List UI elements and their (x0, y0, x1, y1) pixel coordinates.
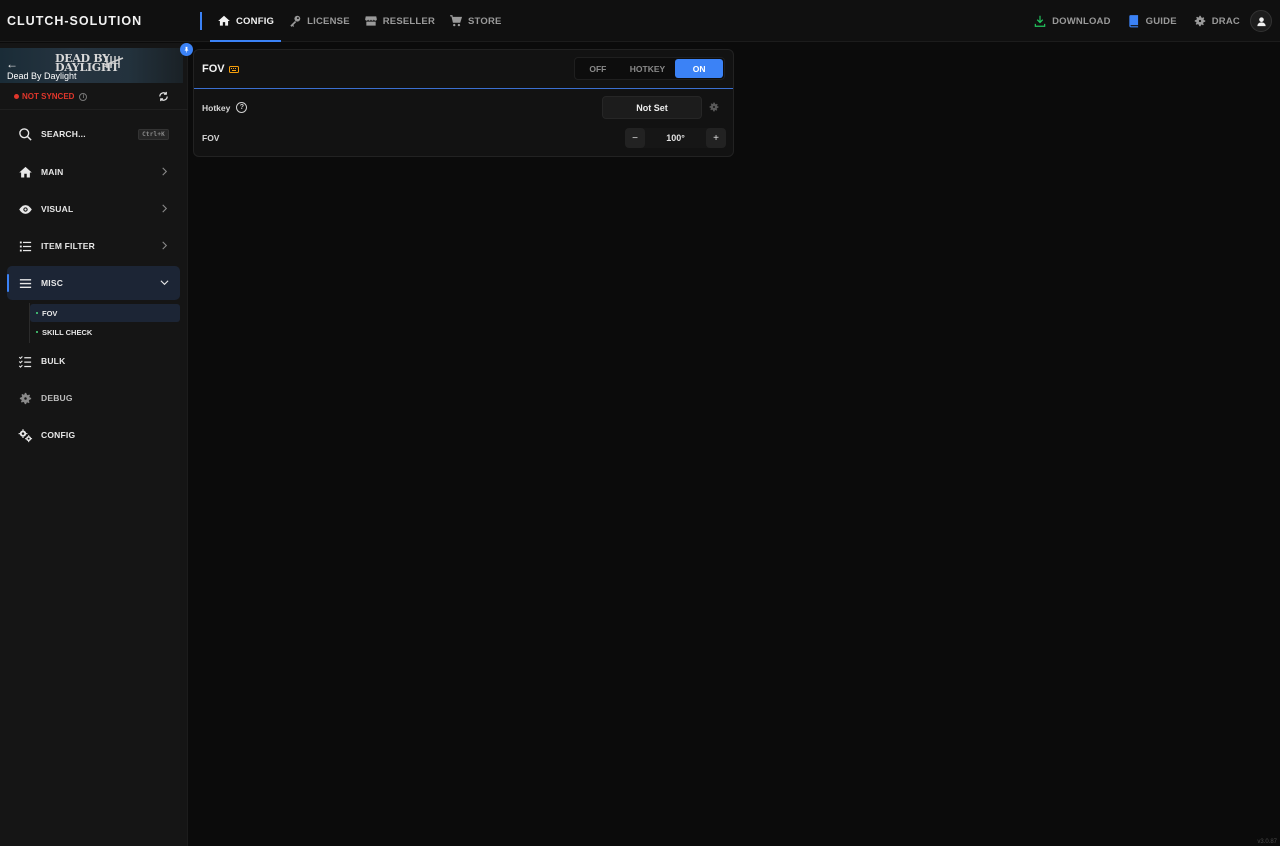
cart-icon (450, 15, 463, 27)
game-banner[interactable]: ← DEAD BY DAYLIGHT Dead By Daylight (0, 48, 183, 83)
sync-status-text: NOT SYNCED (22, 92, 75, 101)
tally-marks-icon (104, 56, 124, 68)
sidebar-divider (0, 109, 188, 110)
download-label: DOWNLOAD (1052, 15, 1111, 27)
mode-selector: OFF HOTKEY ON (574, 57, 725, 80)
sidebar-item-main[interactable]: MAIN (7, 155, 180, 189)
keyboard-icon (228, 65, 239, 73)
eye-icon (19, 204, 32, 214)
nav-license[interactable]: LICENSE (281, 0, 357, 42)
nav-config[interactable]: CONFIG (210, 0, 282, 42)
decrement-button[interactable]: − (625, 128, 645, 148)
fov-label: FOV (202, 133, 220, 143)
chevron-right-icon (162, 241, 168, 250)
back-arrow-icon[interactable]: ← (6, 57, 18, 71)
menu-icon (19, 278, 32, 288)
download-button[interactable]: DOWNLOAD (1027, 14, 1117, 28)
book-icon (1128, 15, 1138, 28)
user-name: DRAC (1211, 15, 1240, 27)
search-icon (19, 127, 32, 141)
hotkey-label: Hotkey (202, 102, 231, 113)
pin-icon[interactable] (180, 43, 193, 56)
checklist-icon (18, 355, 32, 368)
nav-store[interactable]: STORE (442, 0, 509, 42)
version-label: v3.0.87 (1257, 839, 1277, 845)
chevron-right-icon (162, 167, 168, 176)
user-menu[interactable]: DRAC (1187, 14, 1246, 28)
sidebar-search-label: SEARCH... (41, 129, 86, 139)
sidebar-item-label: DEBUG (41, 393, 73, 403)
chevron-right-icon (162, 204, 168, 213)
sub-dot (36, 312, 38, 314)
storefront-icon (364, 16, 377, 26)
list-icon (19, 241, 32, 251)
gear-icon (1194, 15, 1205, 27)
search-shortcut: Ctrl+K (138, 129, 169, 140)
nav-store-label: STORE (468, 15, 502, 27)
panel-title-text: FOV (202, 63, 225, 75)
avatar[interactable] (1250, 10, 1272, 32)
sub-dot (36, 331, 38, 333)
hotkey-bind-button[interactable]: Not Set (602, 96, 702, 119)
download-icon (1034, 15, 1046, 27)
sidebar-item-label: BULK (41, 356, 66, 366)
game-name: Dead By Daylight (7, 71, 77, 81)
sidebar-item-item-filter[interactable]: ITEM FILTER (7, 229, 180, 263)
sidebar-subitem-fov[interactable]: FOV (30, 304, 180, 322)
home-icon (218, 15, 230, 26)
help-icon[interactable]: ? (236, 102, 248, 113)
sidebar: ← DEAD BY DAYLIGHT Dead By Daylight NOT … (0, 43, 193, 846)
brand-title: CLUTCH-SOLUTION (7, 14, 143, 28)
sidebar-subitem-label: FOV (42, 308, 58, 318)
home-icon (19, 166, 32, 177)
mode-hotkey-button[interactable]: HOTKEY (620, 59, 676, 78)
chevron-down-icon (160, 280, 169, 286)
nav-reseller[interactable]: RESELLER (357, 0, 442, 42)
sidebar-item-misc[interactable]: MISC (7, 266, 180, 300)
sidebar-item-debug[interactable]: DEBUG (7, 381, 180, 415)
guide-button[interactable]: GUIDE (1121, 14, 1183, 28)
fov-value[interactable]: 100° (666, 133, 685, 143)
refresh-icon[interactable] (158, 91, 169, 102)
guide-label: GUIDE (1145, 15, 1177, 27)
nav-license-label: LICENSE (307, 15, 350, 27)
key-icon (290, 15, 301, 27)
sidebar-item-bulk[interactable]: BULK (7, 344, 180, 378)
gear-icon[interactable] (708, 101, 720, 113)
panel-title: FOV (202, 63, 239, 75)
sidebar-item-visual[interactable]: VISUAL (7, 192, 180, 226)
nav-config-label: CONFIG (236, 15, 275, 27)
sidebar-subitem-label: SKILL CHECK (42, 327, 93, 337)
info-icon[interactable]: i (79, 92, 88, 101)
gears-icon (18, 428, 33, 442)
sync-status: NOT SYNCED i (14, 92, 88, 101)
mode-off-button[interactable]: OFF (576, 59, 620, 78)
nav-divider (200, 12, 202, 30)
sidebar-item-label: VISUAL (41, 204, 74, 214)
gear-icon (19, 392, 32, 404)
sync-dot (14, 94, 19, 99)
sidebar-item-label: CONFIG (41, 430, 76, 440)
sidebar-item-label: MISC (41, 278, 64, 288)
nav-reseller-label: RESELLER (382, 15, 436, 27)
hotkey-row-label: Hotkey ? (202, 102, 248, 113)
fov-stepper: − 100° + (625, 128, 726, 148)
user-icon (1256, 16, 1266, 26)
sidebar-item-label: MAIN (41, 167, 64, 177)
right-nav: DOWNLOAD GUIDE DRAC (1027, 0, 1272, 42)
mode-on-button[interactable]: ON (675, 59, 723, 78)
increment-button[interactable]: + (706, 128, 726, 148)
top-nav: CONFIG LICENSE RESELLER STORE (210, 0, 509, 42)
sidebar-item-label: ITEM FILTER (41, 241, 95, 251)
sidebar-item-config[interactable]: CONFIG (7, 418, 180, 452)
fov-row-label: FOV (202, 133, 219, 143)
fov-panel: FOV OFF HOTKEY ON Hotkey ? Not Set FOV −… (193, 49, 734, 157)
panel-header: FOV OFF HOTKEY ON (194, 50, 733, 89)
sidebar-subitem-skill-check[interactable]: SKILL CHECK (30, 323, 180, 341)
top-bar: CLUTCH-SOLUTION CONFIG LICENSE RESELLER … (0, 0, 1280, 42)
sidebar-search[interactable]: SEARCH... Ctrl+K (7, 117, 180, 151)
